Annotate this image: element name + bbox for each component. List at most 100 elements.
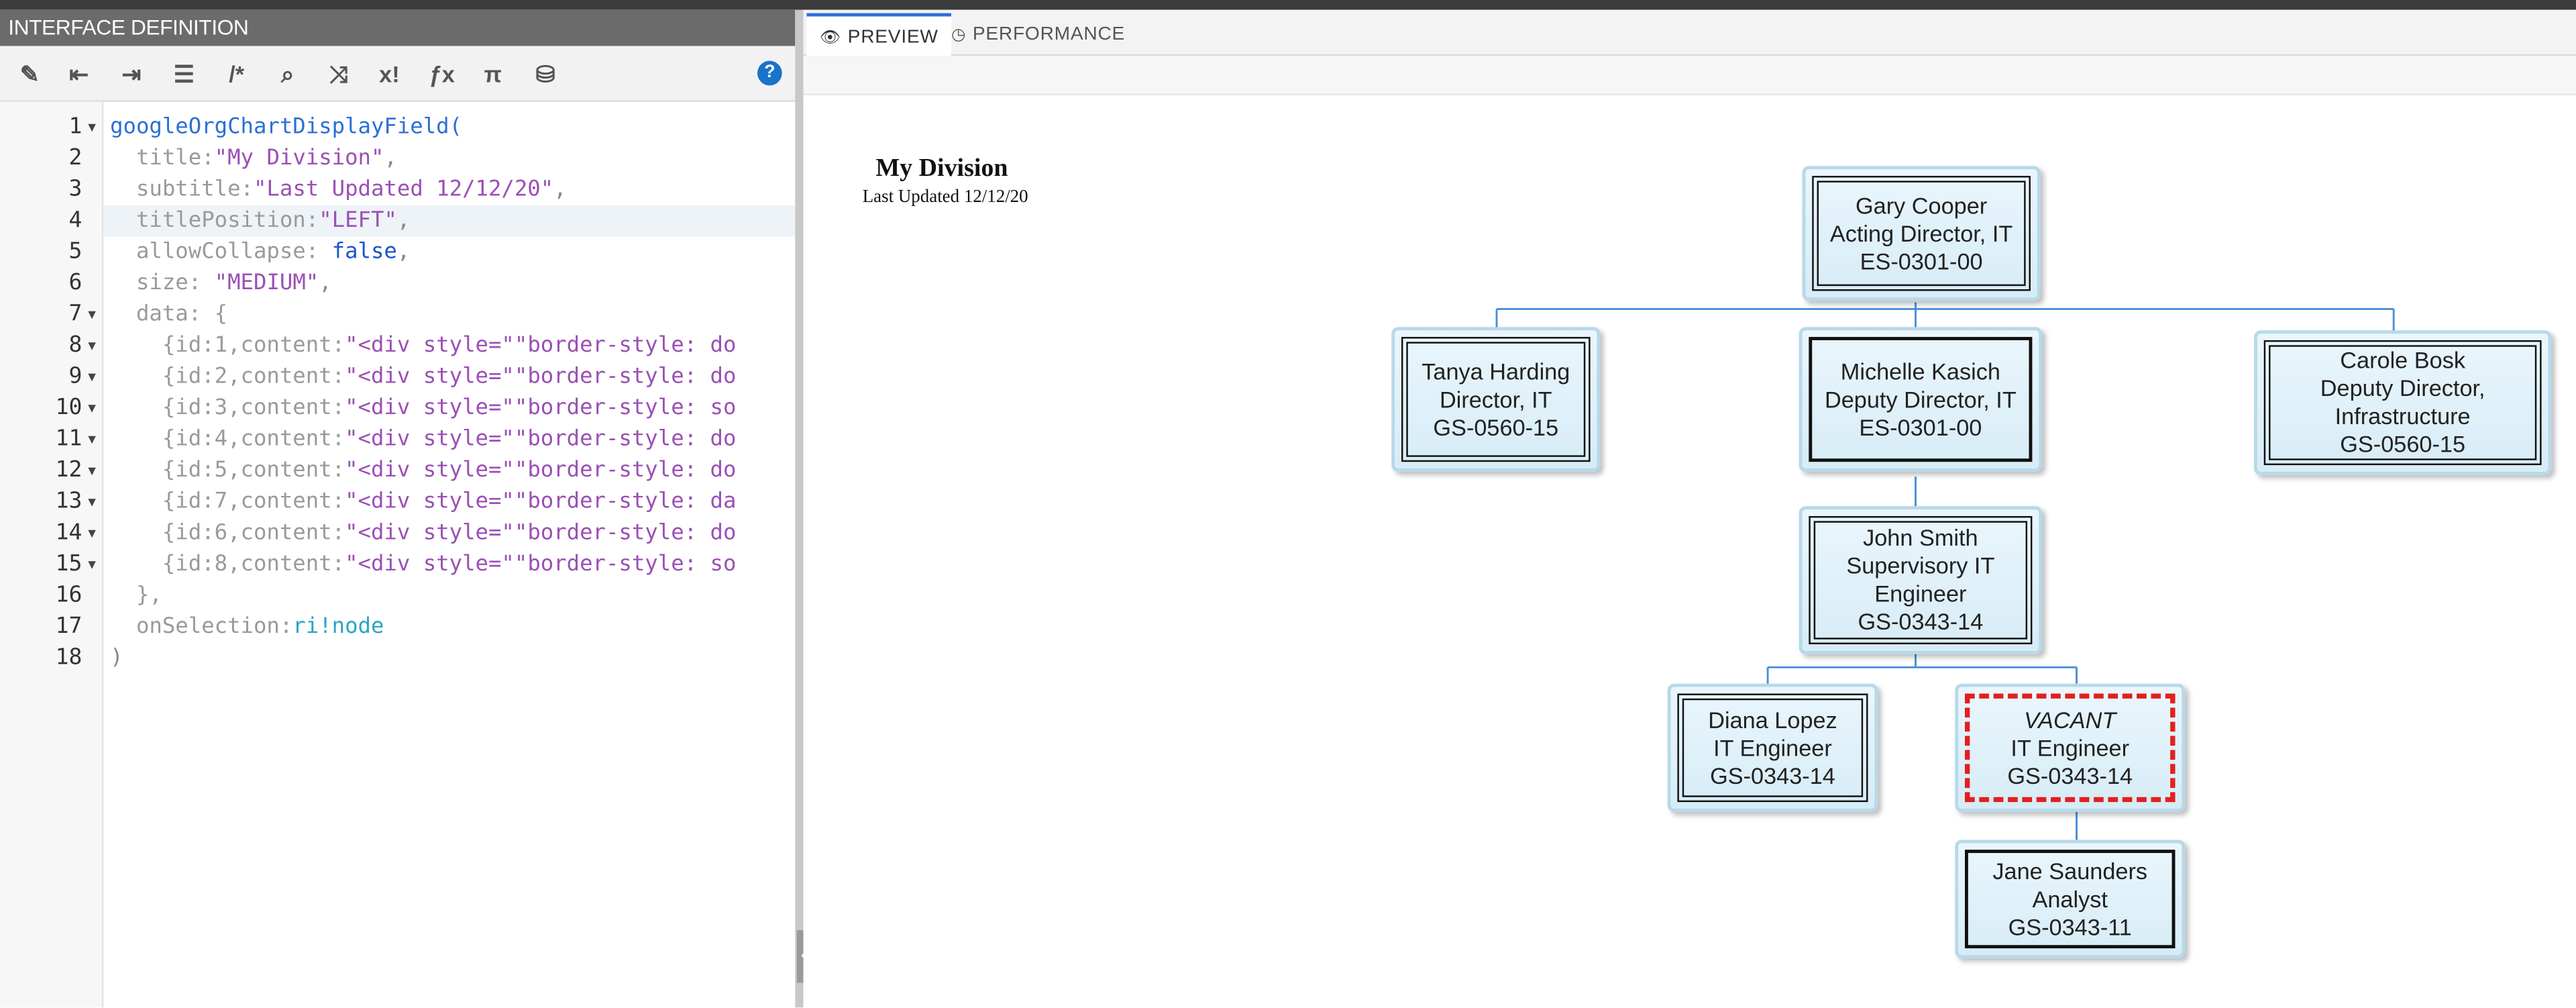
- code-line[interactable]: {id:5,content:"<div style=""border-style…: [103, 455, 795, 487]
- factorial-icon[interactable]: x!: [373, 58, 406, 91]
- org-node-name: Carole Bosk: [2340, 346, 2466, 373]
- code-line[interactable]: },: [103, 580, 795, 611]
- code-line[interactable]: {id:2,content:"<div style=""border-style…: [103, 362, 795, 393]
- org-node-detail: IT Engineer: [2010, 734, 2130, 760]
- pi-icon[interactable]: π: [476, 58, 509, 91]
- code-line[interactable]: googleOrgChartDisplayField(: [103, 112, 795, 144]
- code-token: },: [110, 583, 162, 609]
- code-editor[interactable]: 1 ▼ 2 3 4 5 6 7 ▼ 8 ▼ 9 ▼ 10 ▼ 11 ▼ 12 ▼ 13 ▼ 14 ▼ 15 ▼ 16 17 18 go…: [0, 101, 796, 1008]
- line-number: 13: [55, 488, 83, 515]
- function-icon[interactable]: ƒx: [425, 58, 458, 91]
- connector-john-children: [1766, 654, 2078, 684]
- line-number: 9: [68, 363, 83, 390]
- code-line[interactable]: subtitle:"Last Updated 12/12/20",: [103, 174, 795, 206]
- code-token: {id:6,content:: [110, 521, 345, 546]
- fold-arrow-icon[interactable]: ▼: [85, 362, 98, 393]
- fold-arrow-icon[interactable]: ▼: [85, 517, 98, 549]
- code-token: "<div style=""border-style: do: [345, 521, 737, 546]
- database-search-icon[interactable]: ⛁: [529, 58, 562, 91]
- fold-arrow-icon[interactable]: ▼: [85, 393, 98, 424]
- code-line[interactable]: onSelection:ri!node: [103, 611, 795, 643]
- line-number: 10: [55, 394, 83, 421]
- magic-wand-icon[interactable]: ✎: [13, 58, 46, 91]
- help-icon[interactable]: ?: [757, 60, 782, 86]
- code-line[interactable]: allowCollapse: false,: [103, 237, 795, 268]
- code-line[interactable]: {id:3,content:"<div style=""border-style…: [103, 393, 795, 424]
- code-line[interactable]: size: "MEDIUM",: [103, 268, 795, 299]
- org-node-gary[interactable]: Gary Cooper Acting Director, IT ES-0301-00: [1802, 166, 2041, 301]
- org-node-diana[interactable]: Diana Lopez IT Engineer GS-0343-14: [1667, 683, 1878, 812]
- code-line[interactable]: {id:6,content:"<div style=""border-style…: [103, 517, 795, 549]
- code-token: "<div style=""border-style: do: [345, 458, 737, 484]
- code-token: ,: [384, 146, 397, 171]
- outdent-icon[interactable]: ⇤: [62, 58, 95, 91]
- code-token: ,: [319, 271, 332, 296]
- line-number: 4: [68, 207, 83, 234]
- code-token: ri!node: [292, 614, 384, 640]
- code-token: "<div style=""border-style: da: [345, 489, 737, 515]
- comment-icon[interactable]: /*: [220, 58, 253, 91]
- code-token: {id:2,content:: [110, 364, 345, 390]
- fold-arrow-icon[interactable]: ▼: [85, 455, 98, 487]
- org-chart-connectors: [1495, 302, 2395, 840]
- fold-arrow-icon[interactable]: ▼: [85, 487, 98, 518]
- panel-header: INTERFACE DEFINITION: [0, 9, 796, 46]
- code-line[interactable]: {id:8,content:"<div style=""border-style…: [103, 549, 795, 581]
- indent-icon[interactable]: ⇥: [115, 58, 148, 91]
- line-number: 12: [55, 456, 83, 484]
- org-node-carole[interactable]: Carole Bosk Deputy Director, Infrastructur…: [2254, 330, 2552, 475]
- code-token: googleOrgChartDisplayField(: [110, 115, 463, 140]
- code-token: "Last Updated 12/12/20": [253, 177, 554, 203]
- org-node-detail: Supervisory IT: [1846, 552, 1995, 579]
- org-node-john[interactable]: John Smith Supervisory IT Engineer GS-0343-…: [1799, 506, 2043, 654]
- line-number: 15: [55, 550, 83, 577]
- code-token: ,: [396, 209, 411, 234]
- org-node-card: Jane Saunders Analyst GS-0343-11: [1965, 850, 2176, 949]
- fold-arrow-icon[interactable]: ▼: [85, 549, 98, 581]
- fold-arrow-icon[interactable]: ▼: [85, 299, 98, 331]
- code-line[interactable]: {id:1,content:"<div style=""border-style…: [103, 330, 795, 362]
- code-line[interactable]: {id:7,content:"<div style=""border-style…: [103, 487, 795, 518]
- code-area[interactable]: googleOrgChartDisplayField( title:"My Di…: [103, 102, 796, 1007]
- code-line[interactable]: data: {: [103, 299, 795, 331]
- code-token: allowCollapse:: [110, 240, 332, 265]
- preview-panel: 👁 PREVIEW ◷ PERFORMANCE My Division Last U…: [803, 9, 2576, 1008]
- code-token: {id:1,content:: [110, 334, 345, 358]
- code-token: data: {: [110, 302, 228, 327]
- line-number: 16: [55, 581, 83, 609]
- org-node-detail: Analyst: [2032, 885, 2108, 911]
- fold-arrow-icon[interactable]: ▼: [85, 330, 98, 362]
- line-number: 8: [68, 332, 83, 358]
- org-node-name: Michelle Kasich: [1840, 357, 2000, 384]
- org-node-detail: GS-0560-15: [1433, 413, 1559, 440]
- org-node-vacant[interactable]: VACANT IT Engineer GS-0343-14: [1955, 683, 2186, 812]
- line-number: 1: [68, 113, 83, 140]
- format-icon[interactable]: ☰: [168, 58, 201, 91]
- code-line[interactable]: {id:4,content:"<div style=""border-style…: [103, 424, 795, 456]
- org-node-jane[interactable]: Jane Saunders Analyst GS-0343-11: [1955, 840, 2186, 958]
- org-node-detail: GS-0343-14: [1858, 608, 1984, 635]
- line-number: 18: [55, 644, 83, 671]
- editor-toolbar: ? ✎ ⇤ ⇥ ☰ /* ⌕ ⤨ x! ƒx π ⛁: [0, 46, 796, 102]
- code-line[interactable]: title:"My Division",: [103, 143, 795, 174]
- interface-definition-panel: INTERFACE DEFINITION ? ✎ ⇤ ⇥ ☰/* ⌕ ⤨ x! ƒx π ⛁ 1 ▼…: [0, 9, 796, 1008]
- org-node-name: Gary Cooper: [1855, 191, 1988, 218]
- org-node-name: VACANT: [2024, 705, 2116, 733]
- fold-arrow-icon[interactable]: ▼: [85, 424, 98, 456]
- line-number: 14: [55, 519, 83, 546]
- line-number-gutter: 1 ▼ 2 3 4 5 6 7 ▼ 8 ▼ 9 ▼ 10 ▼ 11 ▼ 12 ▼ 13 ▼ 14 ▼ 15 ▼ 16 17 18: [0, 101, 104, 1008]
- code-line[interactable]: titlePosition:"LEFT",: [103, 205, 796, 237]
- panel-splitter[interactable]: [795, 9, 804, 1008]
- code-line[interactable]: ): [103, 643, 795, 674]
- org-node-detail: GS-0343-11: [2008, 913, 2132, 940]
- org-node-detail: GS-0560-15: [2340, 430, 2466, 457]
- org-node-michelle[interactable]: Michelle Kasich Deputy Director, IT ES-030…: [1799, 327, 2043, 472]
- search-icon[interactable]: ⌕: [271, 58, 304, 91]
- code-token: ): [110, 646, 123, 671]
- fold-arrow-icon[interactable]: ▼: [85, 112, 98, 144]
- code-token: "My Division": [214, 146, 384, 171]
- line-number: 11: [55, 425, 83, 452]
- org-node-tanya[interactable]: Tanya Harding Director, IT GS-0560-15: [1391, 327, 1601, 472]
- shuffle-icon[interactable]: ⤨: [322, 58, 355, 91]
- code-token: "<div style=""border-style: do: [345, 334, 737, 358]
